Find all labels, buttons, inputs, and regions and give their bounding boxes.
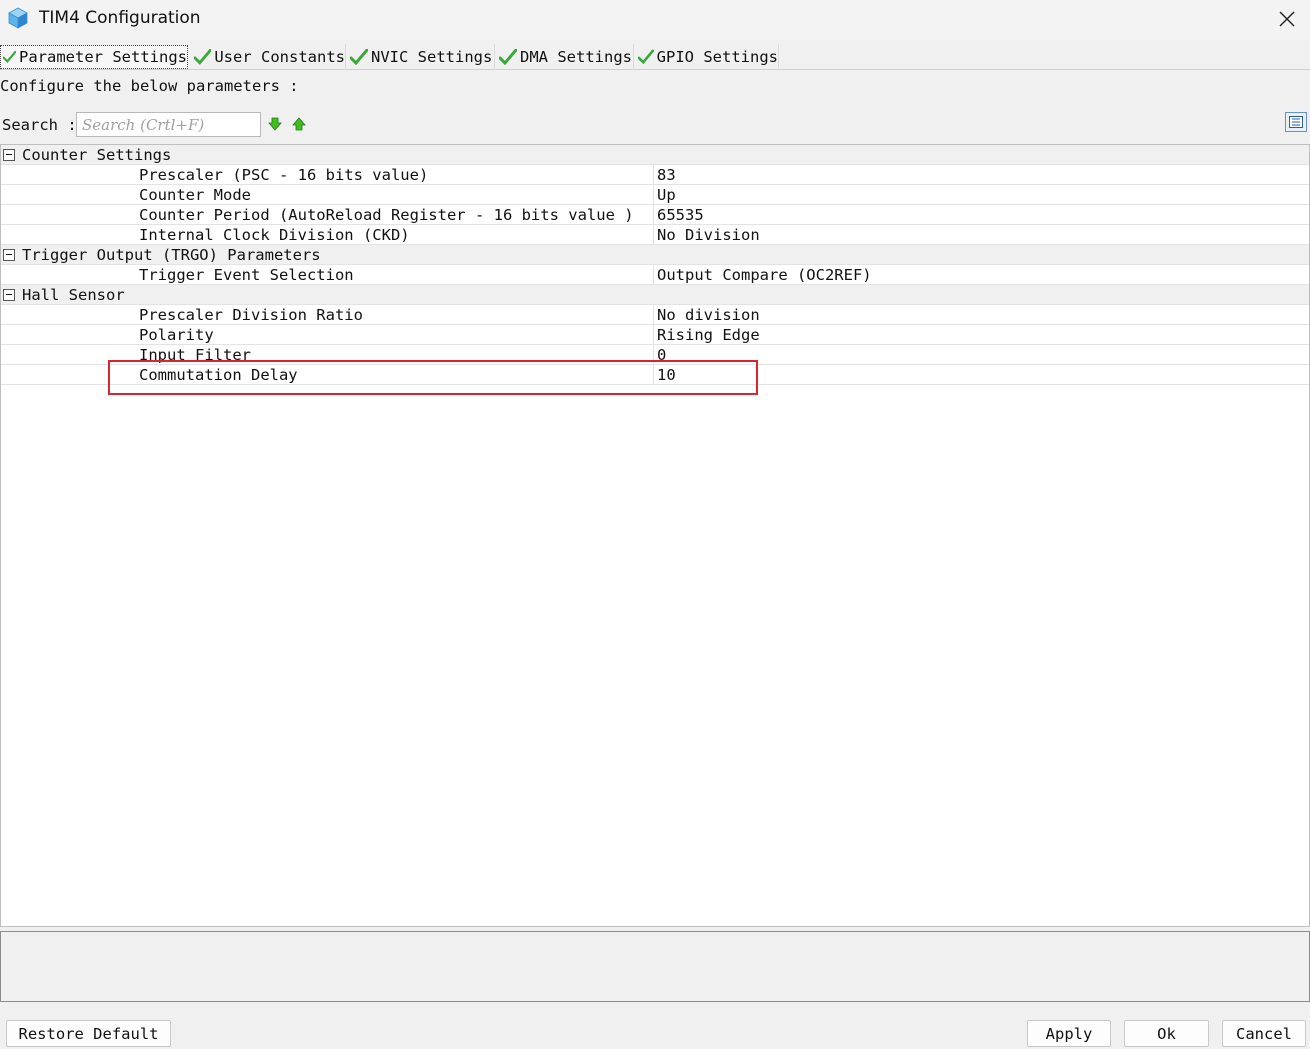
param-row-counter-period: Counter Period (AutoReload Register - 16… — [1, 205, 1309, 225]
intro-text: Configure the below parameters : — [0, 77, 299, 95]
group-label: Hall Sensor — [22, 286, 125, 304]
collapse-toggle-icon[interactable] — [3, 249, 15, 261]
param-row-clock-division: Internal Clock Division (CKD) No Divisio… — [1, 225, 1309, 245]
tab-label: Parameter Settings — [19, 48, 187, 66]
close-icon — [1279, 11, 1295, 27]
param-name: Polarity — [139, 326, 214, 344]
group-hall-sensor: Hall Sensor — [1, 285, 1309, 305]
param-value[interactable]: 83 — [657, 165, 676, 185]
tab-nvic-settings[interactable]: NVIC Settings — [348, 44, 495, 70]
param-value[interactable]: 0 — [657, 345, 666, 365]
checkmark-icon — [499, 49, 517, 65]
tab-label: DMA Settings — [520, 48, 632, 66]
checkmark-icon — [350, 49, 368, 65]
param-row-prescaler: Prescaler (PSC - 16 bits value) 83 — [1, 165, 1309, 185]
search-input[interactable] — [76, 112, 261, 137]
param-row-prescaler-division-ratio: Prescaler Division Ratio No division — [1, 305, 1309, 325]
param-value[interactable]: No Division — [657, 225, 760, 245]
tab-user-constants[interactable]: User Constants — [192, 44, 346, 70]
group-label: Counter Settings — [22, 146, 172, 164]
tab-dma-settings[interactable]: DMA Settings — [497, 44, 634, 70]
param-row-input-filter: Input Filter 0 — [1, 345, 1309, 365]
apply-button[interactable]: Apply — [1027, 1020, 1111, 1047]
param-value[interactable]: 65535 — [657, 205, 704, 225]
tab-label: User Constants — [214, 48, 345, 66]
param-name: Prescaler Division Ratio — [139, 306, 363, 324]
param-value[interactable]: Up — [657, 185, 676, 205]
param-row-trigger-event: Trigger Event Selection Output Compare (… — [1, 265, 1309, 285]
param-name: Commutation Delay — [139, 366, 298, 384]
restore-default-button[interactable]: Restore Default — [6, 1020, 171, 1047]
param-name: Prescaler (PSC - 16 bits value) — [139, 166, 429, 184]
checkmark-icon — [638, 49, 654, 65]
tab-label: GPIO Settings — [656, 48, 778, 66]
group-counter-settings: Counter Settings — [1, 145, 1309, 165]
param-value[interactable]: Output Compare (OC2REF) — [657, 265, 872, 285]
collapse-toggle-icon[interactable] — [3, 149, 15, 161]
cube-app-icon — [8, 7, 28, 29]
view-toggle-button[interactable] — [1285, 112, 1307, 132]
search-next-arrow-down-icon[interactable] — [268, 117, 282, 131]
param-value[interactable]: No division — [657, 305, 760, 325]
tab-bar: Parameter Settings User Constants NVIC S… — [0, 44, 1310, 70]
param-name: Counter Mode — [139, 186, 251, 204]
param-value[interactable]: 10 — [657, 365, 676, 385]
list-view-icon — [1289, 116, 1303, 128]
close-button[interactable] — [1264, 0, 1310, 38]
tab-parameter-settings[interactable]: Parameter Settings — [0, 45, 188, 69]
param-value[interactable]: Rising Edge — [657, 325, 760, 345]
cancel-button[interactable]: Cancel — [1222, 1020, 1306, 1047]
parameter-tree: Counter Settings Prescaler (PSC - 16 bit… — [0, 144, 1310, 927]
ok-button[interactable]: Ok — [1124, 1020, 1209, 1047]
collapse-toggle-icon[interactable] — [3, 289, 15, 301]
param-name: Counter Period (AutoReload Register - 16… — [139, 206, 634, 224]
tab-gpio-settings[interactable]: GPIO Settings — [636, 44, 779, 70]
param-name: Input Filter — [139, 346, 251, 364]
search-prev-arrow-up-icon[interactable] — [292, 117, 306, 131]
param-row-counter-mode: Counter Mode Up — [1, 185, 1309, 205]
param-row-commutation-delay: Commutation Delay 10 — [1, 365, 1309, 385]
checkmark-icon — [194, 49, 212, 65]
param-name: Internal Clock Division (CKD) — [139, 226, 410, 244]
param-row-polarity: Polarity Rising Edge — [1, 325, 1309, 345]
description-panel — [0, 931, 1310, 1002]
checkmark-icon — [3, 50, 17, 63]
tab-label: NVIC Settings — [371, 48, 493, 66]
group-trigger-output: Trigger Output (TRGO) Parameters — [1, 245, 1309, 265]
window-title: TIM4 Configuration — [39, 8, 201, 28]
group-label: Trigger Output (TRGO) Parameters — [22, 246, 321, 264]
param-name: Trigger Event Selection — [139, 266, 354, 284]
search-label: Search : — [2, 116, 77, 134]
title-bar: TIM4 Configuration — [0, 0, 1310, 40]
